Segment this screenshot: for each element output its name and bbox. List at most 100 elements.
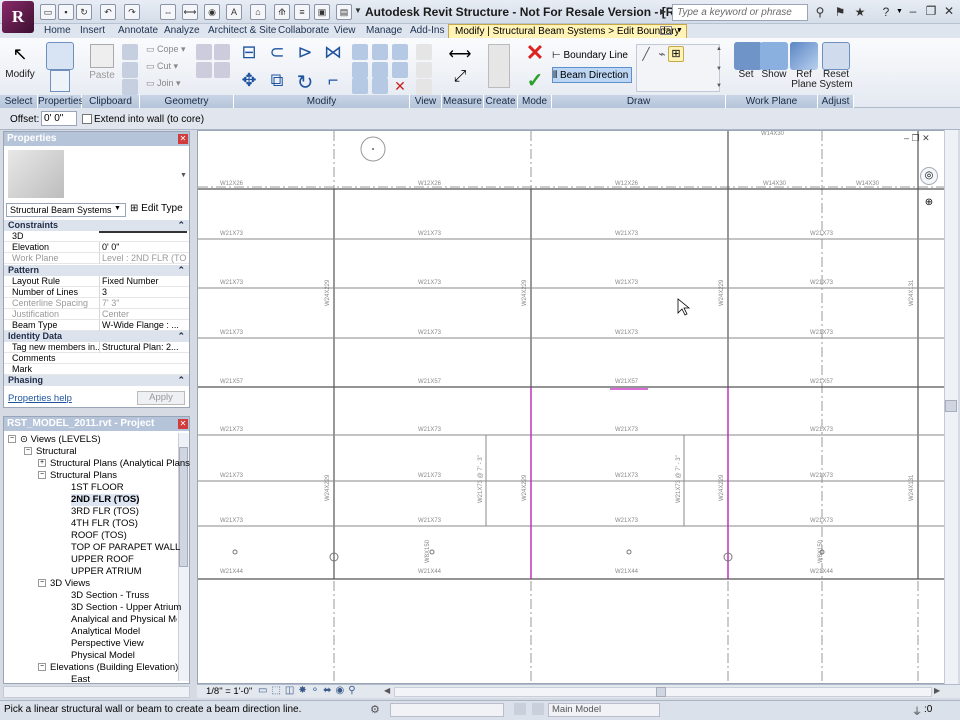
copy-icon[interactable]: ⧉ (266, 70, 288, 92)
category-constraints[interactable]: Constraints ⌃ (4, 220, 189, 231)
sync-icon[interactable]: ↻ (76, 4, 92, 20)
ribbon-options-icon[interactable]: ▼ (676, 27, 683, 34)
pick-supports-icon[interactable]: ⊞ (668, 46, 684, 62)
panel-view[interactable]: View (410, 95, 442, 108)
linework-icon[interactable] (416, 79, 432, 95)
close-browser-icon[interactable]: ✕ (178, 419, 188, 429)
canvas-scroll-right-icon[interactable]: ▶ (934, 686, 940, 695)
cut-button[interactable]: ▭ Cut ▾ (146, 61, 178, 72)
undo-icon[interactable]: ↶ (100, 4, 116, 20)
drawing-canvas[interactable]: W12X26 W12X26 W12X26 W14X30 W14X30 W14X3… (197, 130, 945, 684)
align-icon[interactable]: ⊟ (238, 42, 260, 64)
tree-structural-plans[interactable]: − Structural Plans (38, 470, 117, 482)
tab-manage[interactable]: Manage (360, 24, 408, 38)
binoculars-icon[interactable]: ⚲ (812, 4, 828, 20)
save-icon[interactable]: ▪ (58, 4, 74, 20)
trim-extend-icon[interactable] (352, 78, 368, 94)
tree-views-levels[interactable]: − ⊙ Views (LEVELS) (8, 434, 101, 446)
browser-hscrollbar[interactable] (3, 686, 190, 698)
thin-lines-icon[interactable]: ≡ (294, 4, 310, 20)
tab-add-ins[interactable]: Add-Ins (404, 24, 450, 38)
tree-upper-atrium[interactable]: UPPER ATRIUM (71, 566, 142, 578)
mirror-draw-icon[interactable]: ⋈ (322, 42, 344, 64)
tab-collaborate[interactable]: Collaborate (272, 24, 335, 38)
hide-icon[interactable] (416, 44, 432, 60)
modify-arrow-icon[interactable]: ↖ (9, 44, 31, 68)
tree-roof-tos[interactable]: ROOF (TOS) (71, 530, 127, 542)
tree-top-of-parapet[interactable]: TOP OF PARAPET WALL (71, 542, 180, 554)
redo-icon[interactable]: ↷ (124, 4, 140, 20)
category-pattern[interactable]: Pattern ⌃ (4, 265, 189, 276)
ribbon-minimize-icon[interactable]: ▭ (660, 26, 672, 35)
panel-measure[interactable]: Measure (442, 95, 484, 108)
category-phasing[interactable]: Phasing ⌃ (4, 375, 189, 386)
3d-view-icon[interactable]: ⌂ (250, 4, 266, 20)
split-icon[interactable] (352, 44, 368, 60)
paste-label[interactable]: Paste (84, 71, 120, 81)
tree-upper-roof[interactable]: UPPER ROOF (71, 554, 134, 566)
tab-home[interactable]: Home (38, 24, 77, 38)
design-options-icon[interactable] (514, 703, 526, 715)
tag-icon[interactable]: ◉ (204, 4, 220, 20)
finish-edit-mode-button[interactable]: ✓ (524, 70, 546, 92)
reset-system-label[interactable]: Reset System (816, 70, 856, 90)
tree-1st-floor[interactable]: 1ST FLOOR (71, 482, 124, 494)
wall-joins-icon[interactable] (196, 62, 212, 78)
array-icon[interactable] (352, 62, 368, 78)
scale-icon[interactable] (372, 62, 388, 78)
extend-icon[interactable] (372, 78, 388, 94)
canvas-scroll-left-icon[interactable]: ◀ (384, 686, 390, 695)
tree-4th-flr-tos[interactable]: 4TH FLR (TOS) (71, 518, 138, 530)
paste-icon[interactable] (90, 44, 114, 68)
tree-3rd-flr-tos[interactable]: 3RD FLR (TOS) (71, 506, 139, 518)
cancel-edit-mode-button[interactable]: ✕ (524, 42, 546, 64)
create-similar-icon[interactable] (488, 44, 510, 88)
canvas-vscroll-thumb[interactable] (945, 400, 957, 412)
type-selector[interactable]: Structural Beam Systems (6, 203, 126, 217)
modify-label[interactable]: Modify (2, 70, 38, 80)
boundary-line-button[interactable]: ⊢ Boundary Line (552, 48, 632, 64)
match-properties-icon[interactable] (122, 62, 138, 78)
tree-analytical-model[interactable]: Analytical Model (71, 626, 140, 638)
panel-select[interactable]: Select (0, 95, 38, 108)
cut-clipboard-icon[interactable] (122, 79, 138, 95)
worksets-icon[interactable]: ⚙ (370, 703, 380, 716)
split-face-icon[interactable] (196, 44, 212, 60)
instance-dropdown-icon[interactable]: ▼ (114, 205, 121, 212)
tab-insert[interactable]: Insert (74, 24, 111, 38)
paint-icon[interactable] (214, 44, 230, 60)
properties-help-link[interactable]: Properties help (8, 393, 72, 404)
qat-dropdown-icon[interactable]: ▼ (354, 6, 362, 15)
measure-distance-icon[interactable]: ⟷ (446, 44, 474, 64)
view-window-controls[interactable]: – ❐ ✕ (904, 133, 930, 144)
prop-comments[interactable]: Comments (4, 353, 189, 364)
measure-icon[interactable]: ⇔ (160, 4, 176, 20)
minimize-button[interactable]: – (904, 2, 922, 20)
close-views-icon[interactable]: ▣ (314, 4, 330, 20)
open-icon[interactable]: ▭ (40, 4, 56, 20)
move-icon[interactable]: ✥ (238, 70, 260, 92)
canvas-hscroll-thumb[interactable] (656, 687, 666, 697)
cope-button[interactable]: ▭ Cope ▾ (146, 44, 186, 55)
prop-tag-new-members[interactable]: Tag new members in... Structural Plan: 2.… (4, 342, 189, 353)
communication-icon[interactable]: ★ (852, 4, 868, 20)
tree-perspective-view[interactable]: Perspective View (71, 638, 144, 650)
view-control-icons[interactable]: ▭⬚◫✸⚬⬌◉⚲ (258, 685, 360, 696)
tree-structural[interactable]: − Structural (24, 446, 77, 458)
edit-type-button[interactable]: ⊞ Edit Type (130, 203, 183, 214)
zoom-navigation-icon[interactable]: ⊕ (922, 197, 936, 227)
tree-structural-plans-analytical[interactable]: + Structural Plans (Analytical Plans (38, 458, 190, 470)
text-icon[interactable]: A (226, 4, 242, 20)
tree-east[interactable]: East (71, 674, 90, 686)
close-properties-icon[interactable]: ✕ (178, 134, 188, 144)
split-gap-icon[interactable] (372, 44, 388, 60)
prop-3d[interactable]: 3D (4, 231, 189, 242)
editable-only-icon[interactable] (532, 703, 544, 715)
design-option-dropdown[interactable]: Main Model (548, 703, 660, 717)
prop-layout-rule[interactable]: Layout Rule Fixed Number (4, 276, 189, 287)
dimension-icon[interactable]: ⟷ (182, 4, 198, 20)
delete-icon[interactable]: ✕ (392, 78, 408, 94)
tree-elevations[interactable]: − Elevations (Building Elevation) (38, 662, 178, 674)
copy-clipboard-icon[interactable] (122, 44, 138, 60)
section-icon[interactable]: ⟰ (274, 4, 290, 20)
